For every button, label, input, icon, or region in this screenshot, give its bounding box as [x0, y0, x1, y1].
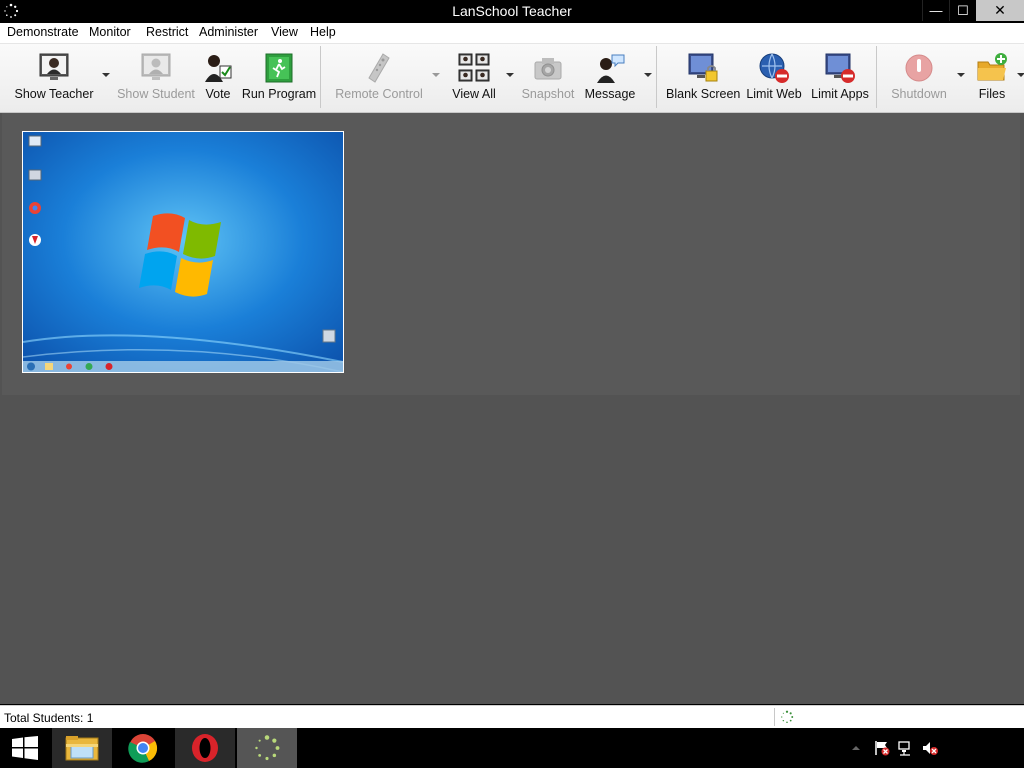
remote-control-dropdown-arrow-icon[interactable]: [432, 71, 440, 79]
student-view-area: [0, 113, 1024, 704]
message-icon: [597, 54, 625, 83]
show-teacher-label: Show Teacher: [14, 87, 94, 101]
taskbar-lanschool[interactable]: [237, 728, 297, 768]
menu-restrict[interactable]: Restrict: [146, 25, 188, 39]
taskbar-opera[interactable]: [175, 728, 235, 768]
windows-start-icon: [12, 736, 38, 760]
menu-help[interactable]: Help: [310, 25, 336, 39]
folder-add-icon: [977, 53, 1007, 81]
limit-web-button[interactable]: Limit Web: [744, 44, 804, 110]
run-program-icon: [265, 53, 293, 83]
show-hidden-icons-icon[interactable]: [852, 744, 860, 752]
limit-apps-button[interactable]: Limit Apps: [808, 44, 872, 110]
student-thumbnail[interactable]: [22, 131, 344, 373]
shutdown-label: Shutdown: [891, 87, 947, 101]
toolbar: Show Teacher Show Student Vote Run Progr…: [0, 44, 1024, 113]
vote-button[interactable]: Vote: [198, 44, 238, 110]
minimize-button[interactable]: —: [922, 0, 949, 21]
taskbar-file-explorer[interactable]: [52, 728, 112, 768]
opera-icon: [192, 734, 218, 762]
windows-taskbar: [0, 728, 1024, 768]
status-divider: [774, 708, 775, 726]
snapshot-label: Snapshot: [521, 87, 575, 101]
status-bar: Total Students: 1: [0, 705, 1024, 728]
student-desktop-screenshot: [23, 132, 343, 372]
limit-apps-icon: [825, 53, 855, 83]
vote-label: Vote: [205, 87, 231, 101]
remote-control-label: Remote Control: [335, 87, 423, 101]
run-program-button[interactable]: Run Program: [240, 44, 318, 110]
taskbar-chrome[interactable]: [113, 728, 173, 768]
window-title: LanSchool Teacher: [452, 3, 572, 19]
view-all-dropdown-arrow-icon[interactable]: [506, 71, 514, 79]
maximize-icon: ☐: [957, 3, 969, 18]
blank-screen-label: Blank Screen: [666, 87, 741, 101]
message-label: Message: [584, 87, 636, 101]
menu-administer[interactable]: Administer: [199, 25, 258, 39]
loading-spinner-icon: [781, 710, 794, 724]
show-teacher-button[interactable]: Show Teacher: [10, 44, 98, 110]
toolbar-separator: [876, 46, 877, 108]
show-student-label: Show Student: [117, 87, 195, 101]
files-button[interactable]: Files: [970, 44, 1014, 110]
minimize-icon: —: [929, 3, 943, 18]
remote-control-icon: [368, 53, 390, 83]
menu-bar: Demonstrate Monitor Restrict Administer …: [0, 23, 1024, 44]
menu-view[interactable]: View: [271, 25, 298, 39]
show-teacher-dropdown-arrow-icon[interactable]: [102, 71, 110, 79]
action-center-flag-icon[interactable]: [874, 740, 890, 756]
limit-web-globe-icon: [759, 53, 789, 83]
remote-control-button[interactable]: Remote Control: [332, 44, 426, 110]
view-all-button[interactable]: View All: [446, 44, 502, 110]
files-dropdown-arrow-icon[interactable]: [1017, 71, 1024, 79]
snapshot-button[interactable]: Snapshot: [518, 44, 578, 110]
shutdown-button[interactable]: Shutdown: [886, 44, 952, 110]
thumbnail-strip: [2, 113, 1020, 395]
view-all-label: View All: [452, 87, 496, 101]
student-screen-icon: [141, 53, 171, 80]
run-program-label: Run Program: [241, 87, 317, 101]
lanschool-taskbar-icon: [255, 735, 280, 761]
toolbar-separator: [656, 46, 657, 108]
chrome-icon: [128, 734, 158, 763]
files-label: Files: [978, 87, 1006, 101]
limit-web-label: Limit Web: [746, 87, 802, 101]
menu-monitor[interactable]: Monitor: [89, 25, 131, 39]
view-all-icon: [458, 53, 490, 82]
teacher-screen-icon: [39, 53, 69, 80]
file-explorer-icon: [65, 736, 99, 761]
shutdown-dropdown-arrow-icon[interactable]: [957, 71, 965, 79]
message-button[interactable]: Message: [582, 44, 638, 110]
title-bar: LanSchool Teacher — ☐ ✕: [0, 0, 1024, 23]
toolbar-separator: [320, 46, 321, 108]
limit-apps-label: Limit Apps: [811, 87, 869, 101]
power-icon: [905, 54, 933, 82]
message-dropdown-arrow-icon[interactable]: [644, 71, 652, 79]
camera-icon: [534, 58, 562, 80]
close-button[interactable]: ✕: [976, 0, 1024, 21]
volume-muted-icon[interactable]: [922, 740, 938, 756]
show-student-button[interactable]: Show Student: [114, 44, 198, 110]
vote-icon: [205, 55, 232, 82]
start-button[interactable]: [0, 728, 48, 768]
close-icon: ✕: [994, 2, 1006, 18]
network-icon[interactable]: [898, 740, 914, 756]
total-students-count: Total Students: 1: [4, 711, 94, 725]
blank-screen-lock-icon: [688, 53, 718, 82]
menu-demonstrate[interactable]: Demonstrate: [7, 25, 79, 39]
maximize-button[interactable]: ☐: [949, 0, 976, 21]
blank-screen-button[interactable]: Blank Screen: [666, 44, 740, 110]
